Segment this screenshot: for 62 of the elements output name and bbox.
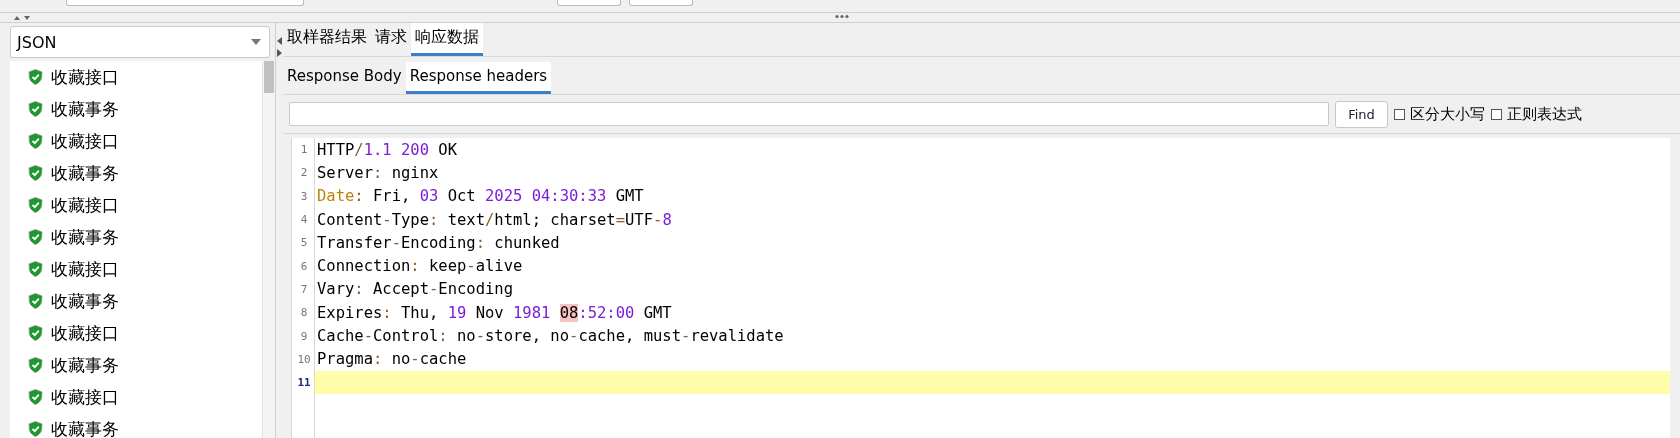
result-item[interactable]: 收藏接口 <box>51 65 119 89</box>
tab[interactable]: Response Body <box>283 62 406 94</box>
tab[interactable]: Response headers <box>405 62 552 94</box>
result-item[interactable]: 收藏接口 <box>51 321 119 345</box>
code-line: Content-Type: text/html; charset=UTF-8 <box>316 209 673 231</box>
shield-check-icon <box>28 101 43 117</box>
shield-check-icon <box>28 325 43 341</box>
line-number: 5 <box>299 236 309 250</box>
expand-right-icon[interactable] <box>277 49 282 57</box>
line-number: 2 <box>299 166 309 180</box>
result-item[interactable]: 收藏接口 <box>51 257 119 281</box>
line-number: 3 <box>299 189 309 203</box>
code-line: Transfer-Encoding: chunked <box>316 232 561 254</box>
checkbox-label: 区分大小写 <box>1410 104 1485 124</box>
result-item[interactable]: 收藏事务 <box>51 353 119 377</box>
result-item[interactable]: 收藏接口 <box>51 129 119 153</box>
code-line: HTTP/1.1 200 OK <box>316 139 458 161</box>
shield-check-icon <box>28 389 43 405</box>
checkbox-label: 正则表达式 <box>1507 104 1582 124</box>
tab[interactable]: 取样器结果 <box>283 23 371 56</box>
shield-check-icon <box>28 165 43 181</box>
collapse-left-icon[interactable] <box>277 37 282 45</box>
code-line: Expires: Thu, 19 Nov 1981 08:52:00 GMT <box>316 302 673 324</box>
code-line: Pragma: no-cache <box>316 349 468 371</box>
code-line: Server: nginx <box>316 162 440 184</box>
line-number: 8 <box>299 306 309 320</box>
code-line: Vary: Accept-Encoding <box>316 279 514 301</box>
line-number: 7 <box>299 282 309 296</box>
renderer-dropdown[interactable]: JSON <box>10 26 270 58</box>
checkbox[interactable] <box>1491 108 1502 120</box>
line-number: 11 <box>296 376 312 390</box>
result-item[interactable]: 收藏接口 <box>51 385 119 409</box>
shield-check-icon <box>28 69 43 85</box>
line-number: 10 <box>296 352 312 366</box>
splitter-grip-icon[interactable] <box>835 14 849 19</box>
tab[interactable]: 请求 <box>371 23 411 56</box>
code-line: Date: Fri, 03 Oct 2025 04:30:33 GMT <box>316 186 645 208</box>
shield-check-icon <box>28 293 43 309</box>
line-number: 9 <box>299 329 309 343</box>
shield-check-icon <box>28 357 43 373</box>
result-item[interactable]: 收藏事务 <box>51 161 119 185</box>
shield-check-icon <box>28 229 43 245</box>
collapse-arrows-icon[interactable] <box>12 14 32 21</box>
code-line: Cache-Control: no-store, no-cache, must-revalidate <box>316 326 785 347</box>
line-number: 4 <box>299 213 309 227</box>
result-item[interactable]: 收藏事务 <box>51 417 119 438</box>
shield-check-icon <box>28 261 43 277</box>
result-item[interactable]: 收藏接口 <box>51 193 119 217</box>
shield-check-icon <box>28 197 43 213</box>
line-number: 1 <box>299 143 309 157</box>
result-item[interactable]: 收藏事务 <box>51 225 119 249</box>
search-field[interactable] <box>289 102 1329 126</box>
result-item[interactable]: 收藏事务 <box>51 97 119 121</box>
shield-check-icon <box>28 133 43 149</box>
checkbox[interactable] <box>1394 108 1405 120</box>
caret-icon <box>251 39 261 45</box>
line-number: 6 <box>299 259 309 273</box>
scrollbar[interactable] <box>262 61 275 438</box>
result-item[interactable]: 收藏事务 <box>51 289 119 313</box>
tab[interactable]: 响应数据 <box>411 23 483 56</box>
code-line: Connection: keep-alive <box>316 256 524 278</box>
find-button[interactable]: Find <box>1335 100 1388 128</box>
